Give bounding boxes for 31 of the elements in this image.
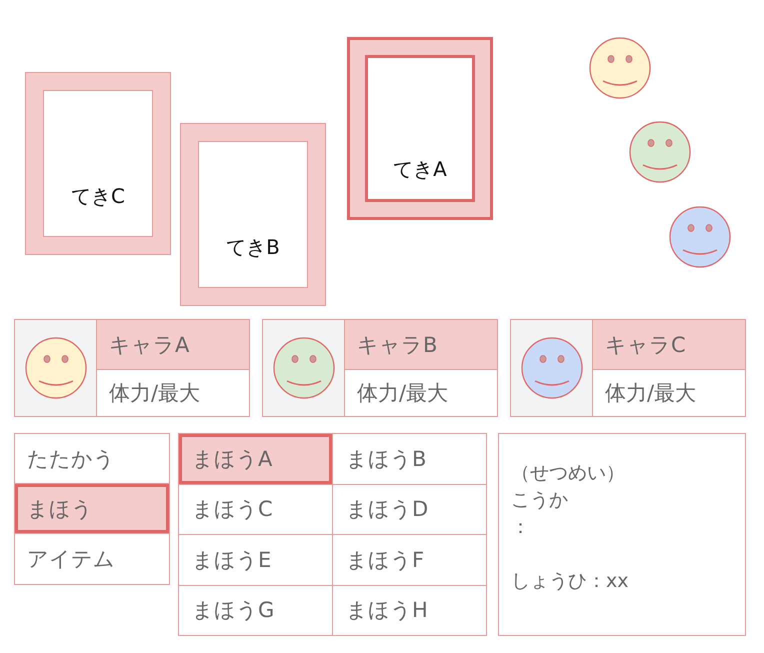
spell-item[interactable]: まほうB [333,434,487,484]
enemy-card[interactable]: てきC [25,72,171,255]
character-name: キャラA [97,320,249,370]
enemy-card[interactable]: てきB [180,123,326,306]
description-line: こうか [511,488,569,513]
enemy-card[interactable]: てきA [347,37,493,220]
description-line: ： [511,515,531,540]
enemy-name: てきB [226,234,280,261]
enemy-name: てきC [71,183,125,210]
spell-item[interactable]: まほうD [333,484,487,535]
smiley-icon [669,206,731,268]
command-item[interactable]: まほう [15,484,169,534]
spell-item[interactable]: まほうG [179,586,333,636]
smiley-icon [589,37,651,99]
character-name: キャラB [345,320,497,370]
character-name: キャラC [593,320,745,370]
spell-item[interactable]: まほうE [179,535,333,586]
smiley-icon [272,337,334,399]
spell-item[interactable]: まほうA [179,434,333,484]
smiley-icon [520,337,582,399]
description-line: しょうひ：xx [511,569,630,594]
hp-label: 体力/最大 [356,380,450,407]
spell-item[interactable]: まほうC [179,484,333,535]
hp-label: 体力/最大 [108,380,202,407]
enemy-name: てきA [393,156,447,183]
spell-item[interactable]: まほうF [333,535,487,586]
smiley-icon [24,337,86,399]
hp-label: 体力/最大 [604,380,698,407]
smiley-icon [629,121,691,183]
description-line: （せつめい） [511,461,626,486]
spell-item[interactable]: まほうH [333,586,487,636]
